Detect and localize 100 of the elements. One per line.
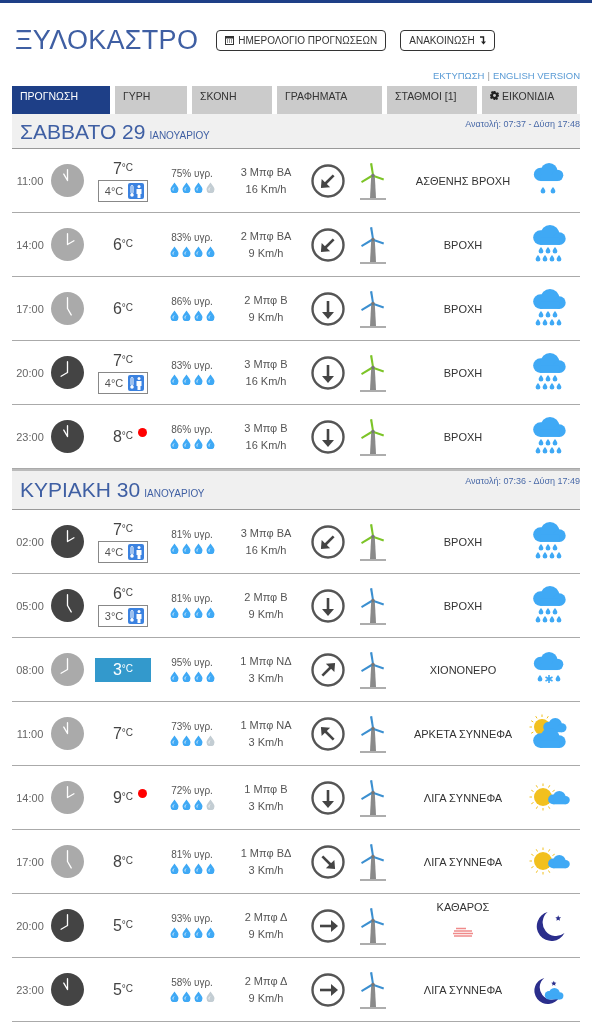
- humidity-text: 83% υγρ.: [171, 232, 213, 243]
- wind-force: 3 Μπφ Β: [244, 420, 288, 436]
- humidity-drop-icon: [205, 543, 215, 554]
- humidity-drop-icon: [193, 927, 203, 938]
- humidity-text: 75% υγρ.: [171, 168, 213, 179]
- humidity-drop-icon: [181, 182, 191, 193]
- humidity-drop-icon: [205, 799, 215, 810]
- clock-icon: [50, 292, 84, 325]
- clock-icon: [50, 420, 84, 453]
- weather-condition: ΑΡΚΕΤΑ ΣΥΝΝΕΦΑ: [413, 727, 513, 740]
- thermometer-person-icon: [128, 543, 145, 560]
- clock-icon: [50, 717, 84, 750]
- tab[interactable]: ΣΚΟΝΗ: [192, 86, 272, 114]
- humidity-drop-icon: [181, 863, 191, 874]
- humidity-drop-icon: [169, 735, 179, 746]
- clock-icon: [50, 164, 84, 197]
- weather-condition: ΛΙΓΑ ΣΥΝΝΕΦΑ: [423, 791, 503, 804]
- tab[interactable]: ΓΥΡΗ: [115, 86, 187, 114]
- sunrise-sunset: Ανατολή: 07:36 - Δύση 17:49: [465, 475, 580, 488]
- humidity-drop-icon: [193, 246, 203, 257]
- humidity-drop-icon: [181, 927, 191, 938]
- wind-speed: 9 Km/h: [248, 245, 284, 261]
- wind-force: 1 Μπφ ΝΔ: [240, 653, 292, 669]
- humidity-drop-icon: [169, 374, 179, 385]
- humidity-drop-icon: [193, 863, 203, 874]
- humidity-drop-icon: [193, 671, 203, 682]
- humidity-drop-icon: [169, 863, 179, 874]
- wind-turbine-icon: [358, 970, 388, 1009]
- announcement-button[interactable]: ΑΝΑΚΟΙΝΩΣΗ: [400, 29, 495, 51]
- wind-force: 3 Μπφ Β: [244, 356, 288, 372]
- wind-force: 1 Μπφ ΝΑ: [240, 717, 292, 733]
- forecast-time: 11:00: [16, 174, 44, 187]
- humidity-drop-icon: [205, 310, 215, 321]
- wind-speed: 9 Km/h: [248, 606, 284, 622]
- wind-direction-icon: [311, 780, 345, 815]
- humidity-drop-icon: [169, 927, 179, 938]
- wind-direction-icon: [311, 844, 345, 879]
- weather-condition: ΒΡΟΧΗ: [443, 599, 483, 612]
- humidity-text: 73% υγρ.: [171, 721, 213, 732]
- feels-like-temperature: 4°C: [104, 545, 124, 558]
- wind-speed: 16 Km/h: [245, 373, 287, 389]
- wind-force: 1 Μπφ Β: [244, 781, 288, 797]
- wind-direction-icon: [311, 227, 345, 262]
- day-name: ΣΑΒΒΑΤΟ 29: [20, 120, 146, 144]
- tab[interactable]: ΕΙΚΟΝΙΔΙΑ: [482, 86, 577, 114]
- wind-direction-icon: [311, 355, 345, 390]
- humidity-drop-icon: [205, 671, 215, 682]
- humidity-drop-icon: [181, 246, 191, 257]
- wind-direction-icon: [311, 652, 345, 687]
- tab[interactable]: ΠΡΟΓΝΩΣΗ: [12, 86, 110, 114]
- humidity-text: 81% υγρ.: [171, 593, 213, 604]
- link-separator: |: [487, 70, 490, 81]
- thermometer-person-icon: [128, 607, 145, 624]
- weather-condition: ΒΡΟΧΗ: [443, 238, 483, 251]
- wind-force: 1 Μπφ ΒΔ: [240, 845, 292, 861]
- wind-direction-icon: [311, 419, 345, 454]
- site-title: ΞΥΛΟΚΑΣΤΡΟ: [15, 24, 199, 56]
- humidity-drop-icon: [169, 799, 179, 810]
- forecast-time: 20:00: [16, 366, 44, 379]
- humidity-drop-icon: [181, 735, 191, 746]
- wind-turbine-icon: [358, 778, 388, 817]
- tab[interactable]: ΓΡΑΦΗΜΑΤΑ: [277, 86, 382, 114]
- wind-force: 2 Μπφ Β: [244, 589, 288, 605]
- calendar-button[interactable]: ΗΜΕΡΟΛΟΓΙΟ ΠΡΟΓΝΩΣΕΩΝ: [216, 29, 387, 51]
- clock-icon: [50, 356, 84, 389]
- humidity-drop-icon: [169, 438, 179, 449]
- wind-speed: 9 Km/h: [248, 990, 284, 1006]
- clock-icon: [50, 653, 84, 686]
- humidity-drop-icon: [181, 607, 191, 618]
- humidity-text: 93% υγρ.: [171, 913, 213, 924]
- wind-speed: 9 Km/h: [248, 926, 284, 942]
- wind-speed: 16 Km/h: [245, 542, 287, 558]
- wind-speed: 3 Km/h: [248, 798, 284, 814]
- weather-condition: ΒΡΟΧΗ: [443, 366, 483, 379]
- forecast-time: 14:00: [16, 791, 44, 804]
- humidity-drop-icon: [181, 543, 191, 554]
- humidity-drop-icon: [205, 607, 215, 618]
- wind-speed: 3 Km/h: [248, 862, 284, 878]
- wind-direction-icon: [311, 972, 345, 1007]
- humidity-drop-icon: [169, 671, 179, 682]
- tab[interactable]: ΣΤΑΘΜΟΙ [1]: [387, 86, 477, 114]
- humidity-drop-icon: [193, 374, 203, 385]
- weather-condition: ΚΑΘΑΡΟΣ: [436, 900, 490, 913]
- settings-icon: [490, 91, 499, 100]
- wind-direction-icon: [311, 163, 345, 198]
- day-name: ΚΥΡΙΑΚΗ 30: [20, 478, 141, 502]
- weather-condition: ΒΡΟΧΗ: [443, 430, 483, 443]
- humidity-drop-icon: [181, 438, 191, 449]
- wind-turbine-icon: [358, 161, 388, 200]
- wind-turbine-icon: [358, 650, 388, 689]
- clock-icon: [50, 973, 84, 1006]
- humidity-text: 81% υγρ.: [171, 849, 213, 860]
- wind-turbine-icon: [358, 353, 388, 392]
- wind-turbine-icon: [358, 586, 388, 625]
- thermometer-person-icon: [128, 182, 145, 199]
- weather-condition: ΑΣΘΕΝΗΣ ΒΡΟΧΗ: [415, 174, 511, 187]
- humidity-drop-icon: [205, 438, 215, 449]
- clock-icon: [50, 589, 84, 622]
- forecast-time: 11:00: [16, 727, 44, 740]
- weather-condition: ΒΡΟΧΗ: [443, 535, 483, 548]
